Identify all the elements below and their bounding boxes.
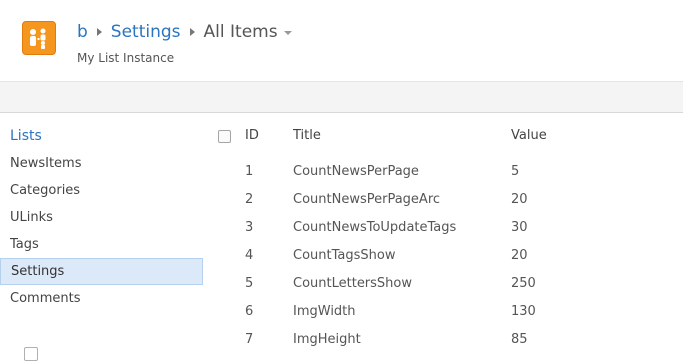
cell-id: 1 <box>245 164 254 179</box>
nav-item-newsitems[interactable]: NewsItems <box>0 150 203 177</box>
cell-id: 6 <box>245 304 254 319</box>
cell-value: 20 <box>511 248 528 263</box>
nav-list: NewsItems Categories ULinks Tags Setting… <box>0 150 203 312</box>
nav-item-tags[interactable]: Tags <box>0 231 203 258</box>
breadcrumb-separator-icon <box>96 28 102 36</box>
cell-title[interactable]: CountNewsToUpdateTags <box>293 220 456 235</box>
cell-title[interactable]: CountTagsShow <box>293 248 395 263</box>
cell-title[interactable]: ImgWidth <box>293 304 356 319</box>
cell-id: 4 <box>245 248 254 263</box>
nav-item-ulinks[interactable]: ULinks <box>0 204 203 231</box>
cell-id: 3 <box>245 220 254 235</box>
table-row[interactable]: 3 CountNewsToUpdateTags 30 <box>203 214 683 242</box>
chevron-down-icon[interactable] <box>283 31 292 35</box>
nav-bottom-icon[interactable] <box>24 347 38 361</box>
cell-title[interactable]: CountNewsPerPageArc <box>293 192 440 207</box>
cell-value: 85 <box>511 332 528 347</box>
table-row[interactable]: 5 CountLettersShow 250 <box>203 270 683 298</box>
breadcrumb-site-link[interactable]: b <box>77 19 88 45</box>
cell-value: 130 <box>511 304 536 319</box>
select-all-checkbox[interactable] <box>218 130 231 143</box>
table-row[interactable]: 1 CountNewsPerPage 5 <box>203 158 683 186</box>
site-people-icon[interactable] <box>22 21 56 55</box>
nav-item-comments[interactable]: Comments <box>0 285 203 312</box>
cell-id: 2 <box>245 192 254 207</box>
cell-value: 250 <box>511 276 536 291</box>
breadcrumb-separator-icon <box>189 28 195 36</box>
list-view: ID Title Value 1 CountNewsPerPage 5 2 Co… <box>203 113 683 353</box>
cell-value: 20 <box>511 192 528 207</box>
list-header-row: ID Title Value <box>203 113 683 158</box>
view-selector[interactable]: All Items <box>204 19 278 45</box>
table-row[interactable]: 6 ImgWidth 130 <box>203 298 683 326</box>
list-description: My List Instance <box>77 51 175 65</box>
quick-launch-nav: Lists NewsItems Categories ULinks Tags S… <box>0 113 203 361</box>
page-header: b Settings All Items My List Instance <box>0 0 683 82</box>
nav-item-categories[interactable]: Categories <box>0 177 203 204</box>
nav-item-settings[interactable]: Settings <box>0 258 203 285</box>
cell-value: 5 <box>511 164 520 179</box>
cell-title[interactable]: CountLettersShow <box>293 276 412 291</box>
column-header-id[interactable]: ID <box>245 128 259 143</box>
column-header-value[interactable]: Value <box>511 128 547 143</box>
column-header-title[interactable]: Title <box>293 128 321 143</box>
breadcrumb-list-link[interactable]: Settings <box>111 19 181 45</box>
cell-id: 5 <box>245 276 254 291</box>
table-row[interactable]: 7 ImgHeight 85 <box>203 326 683 354</box>
list-rows: 1 CountNewsPerPage 5 2 CountNewsPerPageA… <box>203 158 683 354</box>
cell-value: 30 <box>511 220 528 235</box>
cell-title[interactable]: ImgHeight <box>293 332 361 347</box>
ribbon-bar <box>0 82 683 113</box>
table-row[interactable]: 4 CountTagsShow 20 <box>203 242 683 270</box>
cell-title[interactable]: CountNewsPerPage <box>293 164 419 179</box>
breadcrumb: b Settings All Items <box>77 19 292 45</box>
cell-id: 7 <box>245 332 254 347</box>
nav-heading-lists[interactable]: Lists <box>10 128 42 144</box>
table-row[interactable]: 2 CountNewsPerPageArc 20 <box>203 186 683 214</box>
